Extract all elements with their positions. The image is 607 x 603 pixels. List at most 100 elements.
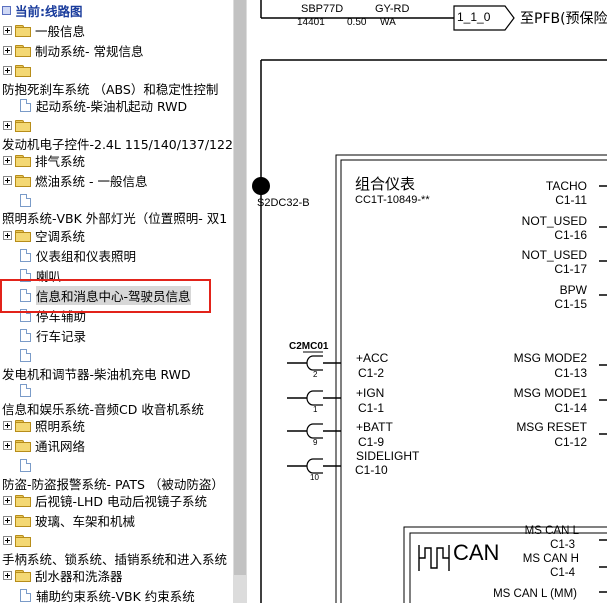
tree-item[interactable]: 一般信息 — [3, 20, 85, 40]
tree-item[interactable]: 起动系统-柴油机起动 RWD — [20, 95, 187, 115]
tree-item[interactable]: 排气系统 — [3, 150, 85, 170]
expand-icon[interactable] — [3, 155, 12, 165]
can-label: CAN — [453, 540, 500, 565]
tree-item[interactable] — [3, 530, 35, 550]
tree-item[interactable]: 照明系统-VBK 外部灯光（位置照明- 双1 — [2, 207, 227, 227]
tree-item[interactable]: 照明系统 — [3, 415, 85, 435]
expand-icon[interactable] — [3, 495, 12, 505]
pin-cavity: 2 — [313, 370, 318, 379]
top-wire-code: WA — [380, 17, 396, 28]
pin-name: +IGN — [356, 386, 385, 400]
folder-icon — [15, 514, 31, 527]
document-icon — [20, 98, 31, 112]
pin-name: MS CAN L (MM) — [493, 588, 577, 600]
tree-item[interactable]: 玻璃、车架和机械 — [3, 510, 135, 530]
pin-name: SIDELIGHT — [356, 449, 420, 463]
tree-scrollbar[interactable] — [233, 0, 247, 603]
tree-item[interactable]: 制动系统- 常规信息 — [3, 40, 143, 60]
folder-icon — [15, 419, 31, 432]
wiring-diagram: SBP77D GY-RD 14401 0.50 WA 1_1_0 至PFB(预保… — [247, 0, 607, 603]
module-part-number: CC1T-10849-** — [355, 194, 430, 206]
top-wire-size: 0.50 — [347, 17, 367, 28]
folder-icon — [15, 569, 31, 582]
tree-item[interactable] — [20, 455, 36, 475]
expand-icon[interactable] — [3, 440, 12, 450]
document-icon — [20, 328, 31, 342]
tree-item[interactable] — [20, 345, 36, 365]
folder-icon — [15, 154, 31, 167]
pin-name: +ACC — [356, 351, 389, 365]
folder-icon — [15, 24, 31, 37]
pin-number: C1-4 — [550, 567, 575, 579]
top-wire-color: GY-RD — [375, 3, 410, 15]
document-icon — [20, 348, 31, 362]
tree-item[interactable]: 仪表组和仪表照明 — [20, 245, 136, 265]
document-icon — [20, 383, 31, 397]
tree-item[interactable]: 辅助约束系统-VBK 约束系统 — [20, 585, 195, 603]
splice-label: S2DC32-B — [257, 197, 310, 209]
pin-cavity: 10 — [310, 473, 319, 482]
document-icon — [20, 458, 31, 472]
pin-name: +BATT — [356, 420, 393, 434]
expand-icon[interactable] — [3, 515, 12, 525]
expand-icon[interactable] — [3, 230, 12, 240]
folder-icon — [15, 534, 31, 547]
pin-number: C1-2 — [358, 366, 385, 380]
offpage-reference[interactable]: 1_1_0 — [457, 10, 490, 24]
pin-number: C1-13 — [554, 366, 587, 380]
pin-name: MSG MODE2 — [513, 351, 587, 365]
top-wire-id: SBP77D — [301, 3, 344, 15]
pin-number: C1-15 — [554, 297, 587, 311]
pin-name: BPW — [559, 283, 587, 297]
can-bus-icon — [418, 545, 450, 571]
expand-icon[interactable] — [3, 25, 12, 35]
pin-name: MSG MODE1 — [513, 386, 587, 400]
pin-cavity: 9 — [313, 438, 318, 447]
expand-icon[interactable] — [3, 535, 12, 545]
connector-label: C2MC01 — [289, 341, 329, 352]
expand-icon[interactable] — [3, 570, 12, 580]
pin-number: C1-10 — [355, 463, 388, 477]
scrollbar-thumb[interactable] — [234, 0, 246, 575]
document-icon — [20, 248, 31, 262]
tree-item[interactable]: 行车记录 — [20, 325, 86, 345]
pin-name: TACHO — [545, 179, 587, 193]
tree-item[interactable]: 刮水器和洗涤器 — [3, 565, 123, 585]
pin-number: C1-12 — [554, 435, 587, 449]
pin-name: NOT_USED — [521, 214, 587, 228]
tree-item[interactable]: 后视镜-LHD 电动后视镜子系统 — [3, 490, 207, 510]
pin-name: NOT_USED — [521, 248, 587, 262]
tree-item[interactable]: 通讯网络 — [3, 435, 85, 455]
folder-icon — [15, 64, 31, 77]
tree-item[interactable] — [3, 115, 35, 135]
module-name: 组合仪表 — [355, 175, 416, 193]
expand-icon[interactable] — [3, 420, 12, 430]
expand-icon[interactable] — [3, 175, 12, 185]
pin-number: C1-14 — [554, 401, 587, 415]
pin-number: C1-11 — [555, 193, 587, 207]
pin-number: C1-16 — [554, 228, 587, 242]
folder-icon — [15, 229, 31, 242]
pin-number: C1-3 — [550, 539, 575, 551]
splice-dot-icon — [252, 177, 270, 195]
folder-icon — [15, 174, 31, 187]
pin-number: C1-17 — [554, 262, 587, 276]
pin-number: C1-9 — [358, 435, 385, 449]
document-icon — [20, 588, 31, 602]
tree-item[interactable] — [3, 60, 35, 80]
tree-root-icon — [2, 5, 11, 15]
tree-item[interactable]: 燃油系统 - 一般信息 — [3, 170, 147, 190]
folder-icon — [15, 44, 31, 57]
top-wire-number: 14401 — [297, 17, 325, 28]
navigation-tree: 当前:线路图 一般信息 制动系统- 常规信息 防抱死刹车系统 （ABS）和稳定性… — [0, 0, 233, 603]
folder-icon — [15, 494, 31, 507]
pin-name: MS CAN L — [524, 525, 579, 537]
expand-icon[interactable] — [3, 45, 12, 55]
pin-name: MSG RESET — [516, 420, 587, 434]
folder-icon — [15, 439, 31, 452]
expand-icon[interactable] — [3, 120, 12, 130]
tree-item[interactable]: 空调系统 — [3, 225, 85, 245]
tree-item[interactable] — [20, 380, 36, 400]
expand-icon[interactable] — [3, 65, 12, 75]
pin-cavity: 1 — [313, 405, 318, 414]
